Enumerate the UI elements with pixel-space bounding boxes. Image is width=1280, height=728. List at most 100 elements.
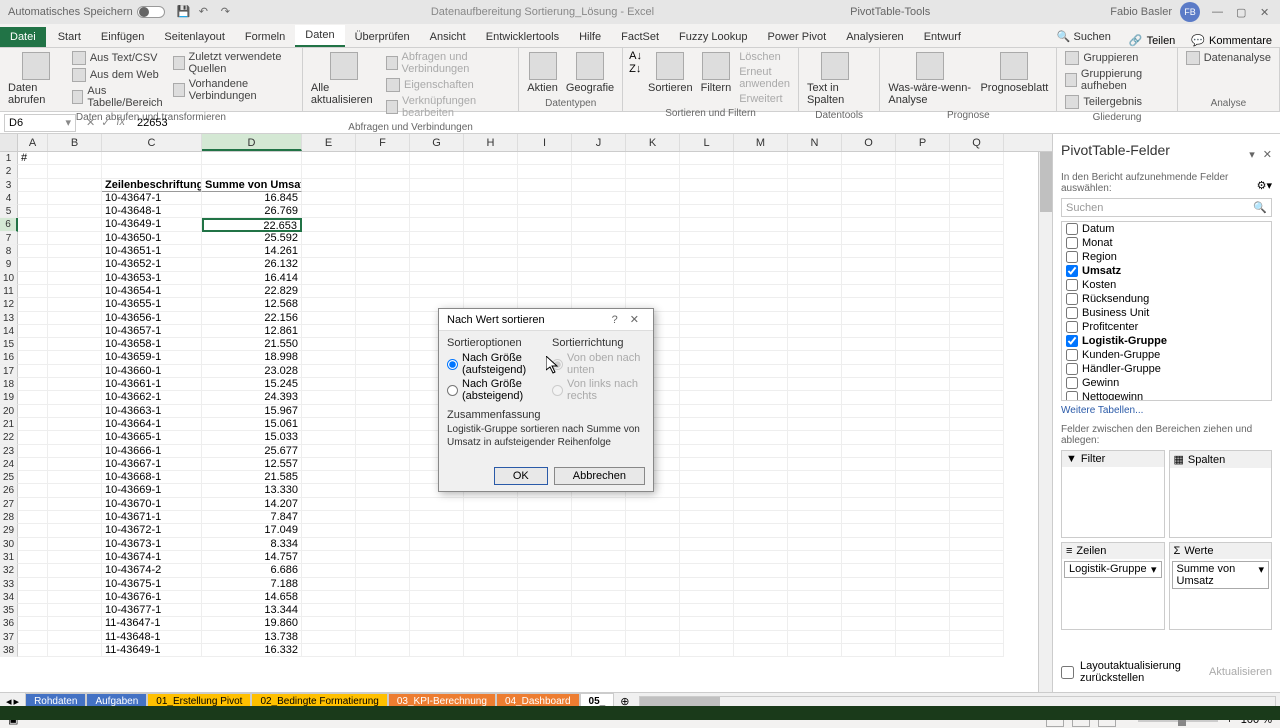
cell[interactable]: 13.344 bbox=[202, 604, 302, 617]
cell[interactable] bbox=[48, 578, 102, 591]
cell[interactable] bbox=[18, 591, 48, 604]
cell[interactable] bbox=[626, 617, 680, 630]
cell[interactable] bbox=[788, 458, 842, 471]
cell[interactable]: 7.847 bbox=[202, 511, 302, 524]
cell[interactable] bbox=[680, 617, 734, 630]
cell[interactable] bbox=[680, 578, 734, 591]
cell[interactable] bbox=[48, 524, 102, 537]
cell[interactable] bbox=[626, 232, 680, 245]
cell[interactable] bbox=[950, 312, 1004, 325]
field-search-input[interactable]: Suchen🔍 bbox=[1061, 198, 1272, 217]
cell[interactable] bbox=[734, 498, 788, 511]
row-header[interactable]: 12 bbox=[0, 298, 18, 311]
cell[interactable] bbox=[788, 152, 842, 165]
cell[interactable] bbox=[788, 564, 842, 577]
cell[interactable] bbox=[950, 152, 1004, 165]
tab-formeln[interactable]: Formeln bbox=[235, 27, 295, 47]
cell[interactable] bbox=[788, 325, 842, 338]
tab-fuzzy[interactable]: Fuzzy Lookup bbox=[669, 27, 757, 47]
pivot-field[interactable]: Rücksendung bbox=[1062, 292, 1271, 306]
cell[interactable] bbox=[572, 192, 626, 205]
cell[interactable] bbox=[896, 551, 950, 564]
cell[interactable]: 25.592 bbox=[202, 232, 302, 245]
cell[interactable] bbox=[302, 551, 356, 564]
cell[interactable] bbox=[734, 365, 788, 378]
cell[interactable]: 10-43652-1 bbox=[102, 258, 202, 271]
cell[interactable] bbox=[842, 578, 896, 591]
cell[interactable] bbox=[680, 325, 734, 338]
tab-suchen[interactable]: 🔍 Suchen bbox=[1047, 26, 1121, 47]
cell[interactable] bbox=[410, 538, 464, 551]
name-box[interactable]: D6▾ bbox=[4, 114, 76, 132]
cell[interactable]: 22.829 bbox=[202, 285, 302, 298]
cell[interactable] bbox=[896, 192, 950, 205]
row-header[interactable]: 35 bbox=[0, 604, 18, 617]
cell[interactable] bbox=[302, 524, 356, 537]
cell[interactable] bbox=[788, 338, 842, 351]
cell[interactable]: 10-43648-1 bbox=[102, 205, 202, 218]
cell[interactable] bbox=[788, 524, 842, 537]
cell[interactable] bbox=[410, 232, 464, 245]
cell[interactable] bbox=[842, 192, 896, 205]
cell[interactable] bbox=[518, 285, 572, 298]
maximize-icon[interactable]: ▢ bbox=[1236, 6, 1248, 18]
cell[interactable] bbox=[842, 338, 896, 351]
cell[interactable] bbox=[572, 218, 626, 231]
cell[interactable] bbox=[950, 591, 1004, 604]
cell[interactable] bbox=[842, 471, 896, 484]
cell[interactable] bbox=[950, 498, 1004, 511]
cell[interactable] bbox=[896, 232, 950, 245]
cell[interactable] bbox=[788, 484, 842, 497]
cell[interactable] bbox=[302, 152, 356, 165]
column-header[interactable]: G bbox=[410, 134, 464, 151]
cell[interactable] bbox=[896, 298, 950, 311]
cell[interactable] bbox=[680, 192, 734, 205]
cell[interactable] bbox=[734, 298, 788, 311]
cell[interactable] bbox=[896, 391, 950, 404]
cell[interactable] bbox=[302, 471, 356, 484]
column-header[interactable]: A bbox=[18, 134, 48, 151]
cell[interactable] bbox=[896, 205, 950, 218]
cell[interactable] bbox=[102, 165, 202, 178]
row-header[interactable]: 3 bbox=[0, 179, 18, 192]
cell[interactable] bbox=[18, 245, 48, 258]
cell[interactable] bbox=[734, 564, 788, 577]
cell[interactable] bbox=[18, 325, 48, 338]
cell[interactable] bbox=[356, 338, 410, 351]
cell[interactable] bbox=[788, 179, 842, 192]
cell[interactable] bbox=[788, 604, 842, 617]
cell[interactable] bbox=[48, 564, 102, 577]
cell[interactable] bbox=[788, 511, 842, 524]
cell[interactable] bbox=[356, 471, 410, 484]
pivot-field[interactable]: Nettogewinn bbox=[1062, 390, 1271, 401]
cell[interactable] bbox=[734, 312, 788, 325]
tab-entwickler[interactable]: Entwicklertools bbox=[476, 27, 569, 47]
cell[interactable] bbox=[302, 498, 356, 511]
cell[interactable] bbox=[950, 604, 1004, 617]
cell[interactable] bbox=[572, 232, 626, 245]
pivot-field[interactable]: Business Unit bbox=[1062, 306, 1271, 320]
cell[interactable] bbox=[356, 604, 410, 617]
cell[interactable] bbox=[48, 338, 102, 351]
cell[interactable] bbox=[734, 245, 788, 258]
row-header[interactable]: 19 bbox=[0, 391, 18, 404]
cell[interactable] bbox=[356, 498, 410, 511]
cell[interactable] bbox=[626, 551, 680, 564]
cell[interactable] bbox=[410, 272, 464, 285]
cell[interactable]: 16.414 bbox=[202, 272, 302, 285]
cell[interactable]: 10-43647-1 bbox=[102, 192, 202, 205]
cancel-formula-icon[interactable]: ✕ bbox=[86, 116, 95, 129]
cell[interactable] bbox=[48, 445, 102, 458]
cell[interactable] bbox=[518, 218, 572, 231]
cell[interactable] bbox=[626, 218, 680, 231]
cell[interactable] bbox=[680, 232, 734, 245]
cell[interactable] bbox=[18, 391, 48, 404]
cell[interactable] bbox=[950, 245, 1004, 258]
cell[interactable] bbox=[518, 644, 572, 657]
cell[interactable] bbox=[788, 205, 842, 218]
cell[interactable] bbox=[518, 591, 572, 604]
cell[interactable] bbox=[356, 192, 410, 205]
cell[interactable] bbox=[464, 205, 518, 218]
cell[interactable] bbox=[410, 218, 464, 231]
column-header[interactable]: J bbox=[572, 134, 626, 151]
